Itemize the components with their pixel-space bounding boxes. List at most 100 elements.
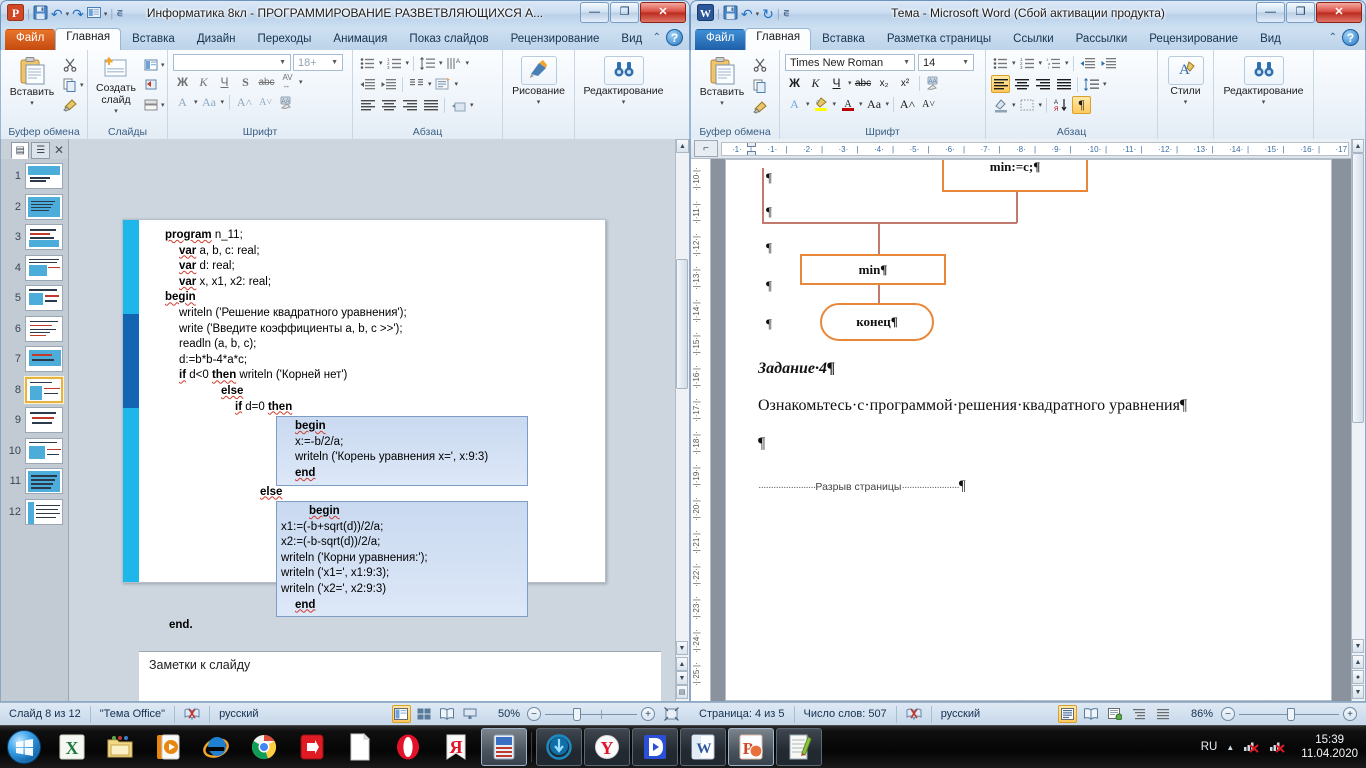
word-editing-dropdown-icon[interactable]: ▾ xyxy=(1262,97,1266,109)
bullets-button[interactable] xyxy=(358,54,377,72)
slide-thumbnail-6[interactable]: 6 xyxy=(1,314,68,345)
word-tab-home[interactable]: Главная xyxy=(745,28,812,50)
underline-button[interactable]: Ч xyxy=(215,73,234,91)
bullets-dropdown-icon[interactable]: ▾ xyxy=(379,59,383,67)
slide-preview[interactable] xyxy=(25,346,63,373)
word-paste-dropdown-icon[interactable]: ▾ xyxy=(720,98,724,110)
word-tab-mailings[interactable]: Рассылки xyxy=(1065,30,1139,50)
word-zoom-track[interactable] xyxy=(1239,707,1339,721)
next-slide-button[interactable]: ▼ xyxy=(676,671,688,685)
change-case-button[interactable]: A xyxy=(173,93,192,111)
word-shrink-font-button[interactable]: A˅ xyxy=(919,95,938,113)
word-customize-qat-icon[interactable]: ⋷ xyxy=(783,9,790,20)
fit-slide-button[interactable] xyxy=(662,705,681,723)
drawing-button[interactable]: Рисование ▾ xyxy=(507,54,570,111)
word-zoom-slider[interactable]: − + xyxy=(1221,707,1357,721)
slide-pane-tabs[interactable]: ▤ ☰ ✕ xyxy=(1,139,68,159)
scroll-up-button[interactable]: ▲ xyxy=(676,139,689,153)
taskbar-chrome[interactable] xyxy=(241,728,287,766)
word-underline-dropdown-icon[interactable]: ▾ xyxy=(848,79,852,87)
first-line-indent-marker[interactable] xyxy=(747,142,756,147)
outline-tab[interactable]: ☰ xyxy=(31,141,50,159)
previous-slide-button[interactable]: ▲ xyxy=(676,657,688,671)
slide-thumbnail-12[interactable]: 12 xyxy=(1,497,68,528)
word-align-center-button[interactable] xyxy=(1012,75,1031,93)
slide-sorter-button[interactable] xyxy=(415,705,434,723)
powerpoint-window[interactable]: P | ↶ ▾ ↷ ▾ | ⋷ Информатика 8кл - ПРОГРА… xyxy=(0,0,690,725)
web-layout-view-button[interactable] xyxy=(1106,705,1125,723)
word-font-color-dropdown-icon[interactable]: ▾ xyxy=(859,100,863,108)
slide-preview[interactable] xyxy=(25,163,63,190)
word-undo-icon[interactable]: ↶ xyxy=(741,6,753,23)
section-icon[interactable] xyxy=(142,96,160,114)
taskbar-download-manager[interactable] xyxy=(536,728,582,766)
slide-thumbnail-3[interactable]: 3 xyxy=(1,222,68,253)
slide-separator-button[interactable]: ▤ xyxy=(676,685,688,699)
word-browse-object-button[interactable]: ● xyxy=(1352,670,1364,684)
word-font-name-dropdown-icon[interactable]: ▼ xyxy=(901,59,912,66)
word-change-case-button[interactable]: Aa xyxy=(865,95,884,113)
slide-preview[interactable] xyxy=(25,498,63,525)
powerpoint-titlebar[interactable]: P | ↶ ▾ ↷ ▾ | ⋷ Информатика 8кл - ПРОГРА… xyxy=(0,0,690,28)
taskbar-internet-explorer[interactable] xyxy=(193,728,239,766)
styles-dropdown-icon[interactable]: ▾ xyxy=(1184,97,1188,109)
powerpoint-window-buttons[interactable]: — ❐ ✕ xyxy=(580,2,686,23)
word-numbering-button[interactable]: 123 xyxy=(1018,54,1037,72)
powerpoint-status-bar[interactable]: Слайд 8 из 12 "Тема Office" русский 50% … xyxy=(0,702,690,725)
numbering-dropdown-icon[interactable]: ▾ xyxy=(406,59,410,67)
word-scroll-thumb[interactable] xyxy=(1352,153,1364,423)
word-change-case-dropdown-icon[interactable]: ▾ xyxy=(886,100,890,108)
word-strikethrough-button[interactable]: abc xyxy=(854,74,873,92)
word-paste-button[interactable]: Вставить ▾ xyxy=(696,54,748,112)
draft-view-button[interactable] xyxy=(1154,705,1173,723)
word-grow-font-button[interactable]: A˄ xyxy=(898,95,917,113)
font-size-combo[interactable]: 18+ ▼ xyxy=(293,54,343,71)
word-tab-page-layout[interactable]: Разметка страницы xyxy=(876,30,1002,50)
word-highlight-dropdown-icon[interactable]: ▾ xyxy=(833,100,837,108)
justify-button[interactable] xyxy=(421,96,440,114)
convert-smartart-button[interactable] xyxy=(449,96,468,114)
reading-view-button[interactable] xyxy=(438,705,457,723)
slide-preview[interactable] xyxy=(25,376,63,403)
word-editing-button[interactable]: Редактирование ▾ xyxy=(1219,54,1309,111)
word-bullets-button[interactable] xyxy=(991,54,1010,72)
word-sort-button[interactable]: АЯ xyxy=(1051,96,1070,114)
slide-preview[interactable] xyxy=(25,285,63,312)
zoom-controls[interactable]: 50% − + xyxy=(489,706,690,723)
tab-view[interactable]: Вид xyxy=(610,30,653,50)
word-decrease-indent-button[interactable] xyxy=(1078,54,1097,72)
word-multilevel-dropdown-icon[interactable]: ▾ xyxy=(1065,59,1069,67)
word-tab-view[interactable]: Вид xyxy=(1249,30,1292,50)
align-center-button[interactable] xyxy=(379,96,398,114)
taskbar-word[interactable]: W xyxy=(680,728,726,766)
spellcheck-status[interactable] xyxy=(175,705,211,723)
slideshow-button[interactable] xyxy=(461,705,480,723)
taskbar-yandex[interactable]: Я xyxy=(433,728,479,766)
word-highlight-button[interactable]: ab xyxy=(812,95,831,113)
word-help-icon[interactable]: ? xyxy=(1342,29,1359,46)
close-pane-icon[interactable]: ✕ xyxy=(54,143,64,157)
save-icon[interactable] xyxy=(33,5,48,23)
presentation-dropdown-icon[interactable]: ▾ xyxy=(104,10,108,18)
increase-font-button[interactable]: A˄ xyxy=(235,93,254,111)
word-tab-review[interactable]: Рецензирование xyxy=(1138,30,1249,50)
line-spacing-dropdown-icon[interactable]: ▾ xyxy=(439,59,443,67)
word-zoom-controls[interactable]: 86% − + xyxy=(1182,706,1366,723)
word-clear-formatting-button[interactable]: AA xyxy=(924,74,943,92)
font-color-dropdown-icon[interactable]: ▾ xyxy=(221,98,225,106)
horizontal-ruler[interactable]: ⌐ ·1· | ·1· | ·2· | ·3· | ·4· | ·5· | ·6· | ·7· | ·8· | ·9… xyxy=(691,139,1365,159)
word-minimize-ribbon-icon[interactable]: ⌃ xyxy=(1329,32,1337,43)
customize-qat-icon[interactable]: ⋷ xyxy=(116,9,123,20)
character-spacing-button[interactable]: AV ↔ xyxy=(278,73,297,91)
taskbar-media-player-d[interactable] xyxy=(632,728,678,766)
taskbar-powerpoint[interactable]: P xyxy=(728,728,774,766)
language-indicator[interactable]: RU xyxy=(1201,741,1218,753)
view-buttons[interactable] xyxy=(383,705,489,723)
slide-thumbnail-8[interactable]: 8 xyxy=(1,375,68,406)
tab-stop-selector[interactable]: ⌐ xyxy=(694,140,718,157)
zoom-slider[interactable]: − + xyxy=(527,707,655,721)
slide-thumbnail-10[interactable]: 10 xyxy=(1,436,68,467)
horizontal-ruler-strip[interactable]: ·1· | ·1· | ·2· | ·3· | ·4· | ·5· | ·6· | ·7· | ·8· | ·9· |… xyxy=(721,141,1349,156)
word-undo-dropdown-icon[interactable]: ▾ xyxy=(756,10,760,18)
word-align-left-button[interactable] xyxy=(991,75,1010,93)
